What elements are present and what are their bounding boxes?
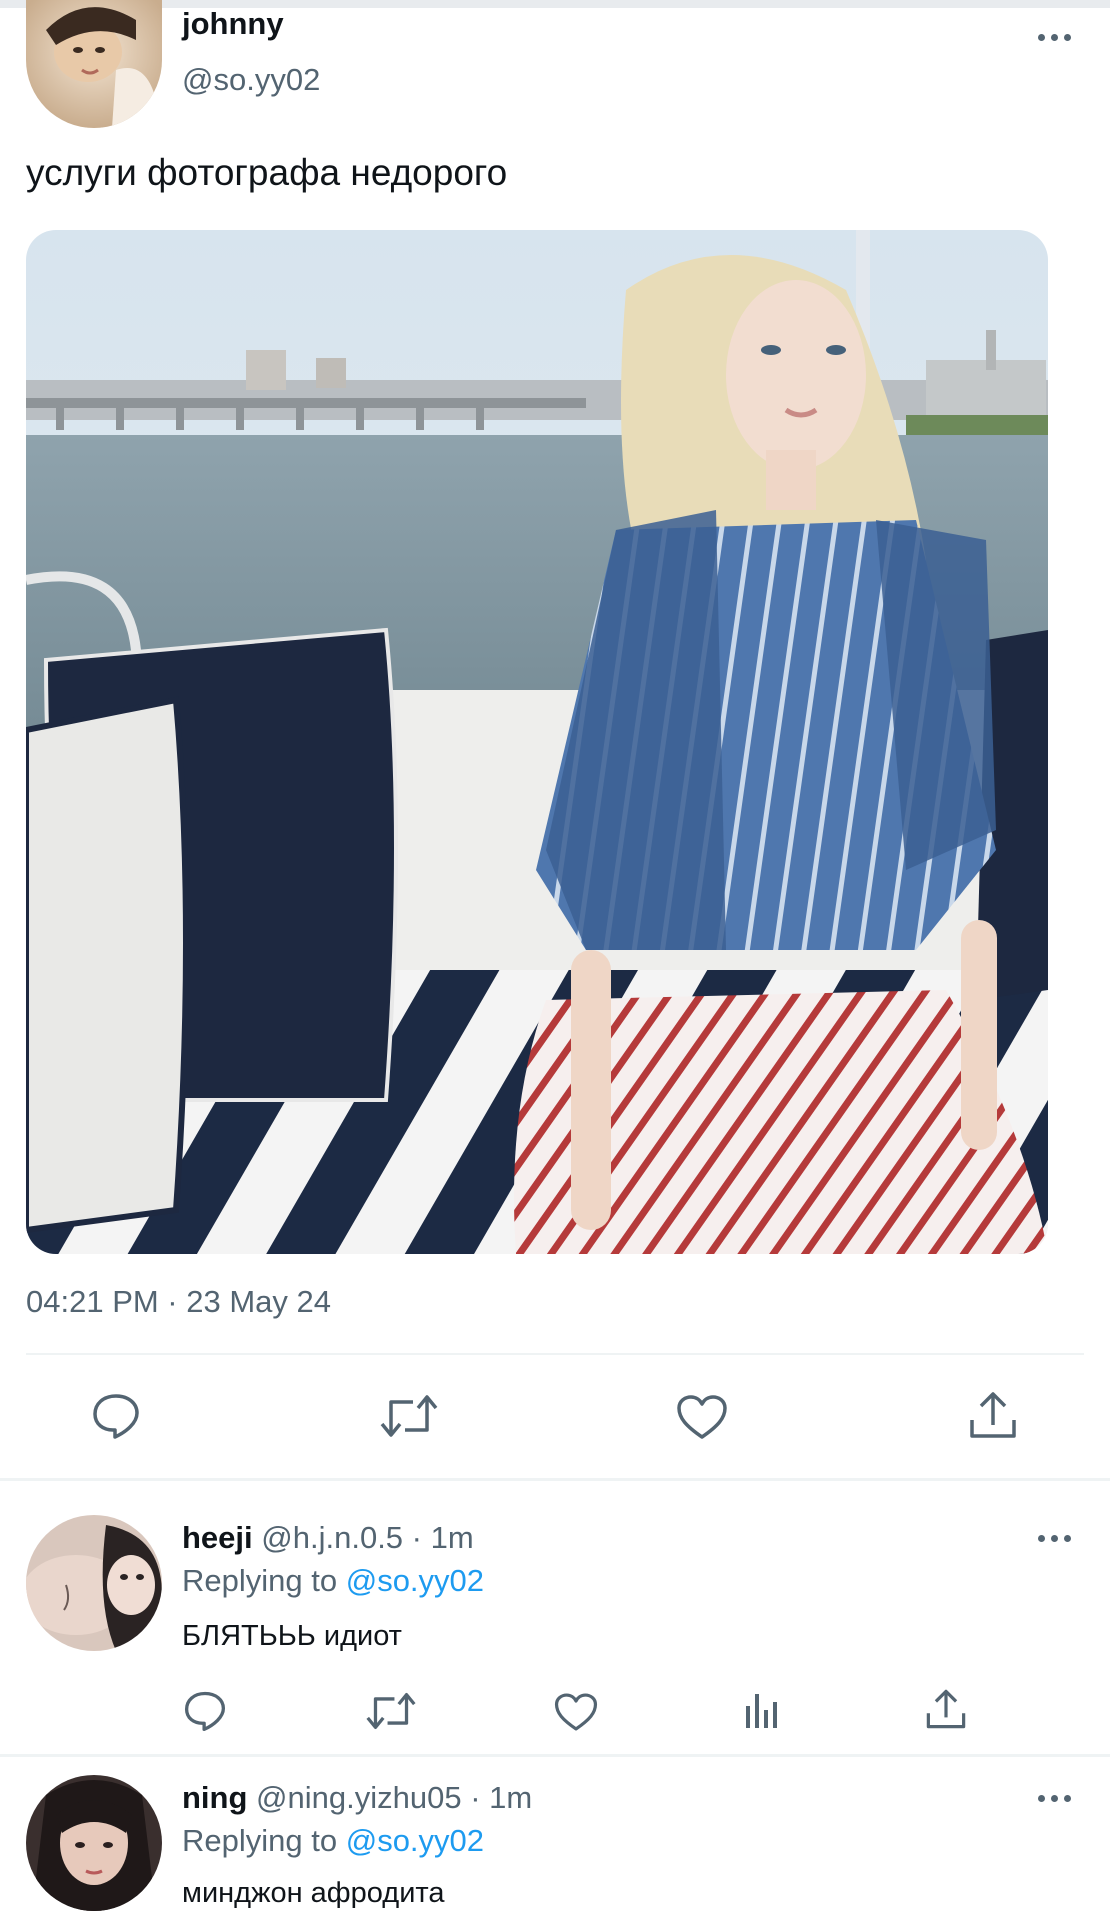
reply-button[interactable] bbox=[183, 1690, 227, 1732]
author-handle[interactable]: @so.yy02 bbox=[182, 62, 320, 98]
reply-header: heeji @h.j.n.0.5 · 1m bbox=[182, 1520, 474, 1556]
reply-text: минджон афродита bbox=[182, 1877, 445, 1909]
replying-to-handle[interactable]: @so.yy02 bbox=[346, 1563, 484, 1598]
like-icon bbox=[554, 1693, 598, 1731]
like-button[interactable] bbox=[676, 1394, 728, 1440]
timestamp-divider bbox=[26, 1353, 1084, 1355]
reply-text: БЛЯТЬЬЬ идиот bbox=[182, 1620, 402, 1652]
section-divider bbox=[0, 1754, 1110, 1757]
reply-meta: @h.j.n.0.5 · 1m bbox=[261, 1520, 474, 1555]
replying-to: Replying to @so.yy02 bbox=[182, 1823, 484, 1859]
reply-icon bbox=[93, 1394, 139, 1439]
author-avatar[interactable] bbox=[26, 0, 162, 128]
share-icon bbox=[970, 1392, 1016, 1438]
more-options-icon[interactable] bbox=[1038, 1535, 1071, 1542]
reply-avatar[interactable] bbox=[26, 1515, 162, 1651]
more-options-icon[interactable] bbox=[1038, 1795, 1071, 1802]
reply-author-name[interactable]: ning bbox=[182, 1780, 247, 1815]
more-options-icon[interactable] bbox=[1038, 34, 1071, 41]
retweet-icon bbox=[366, 1692, 416, 1730]
tweet-timestamp: 04:21 PM · 23 May 24 bbox=[26, 1284, 331, 1319]
like-icon bbox=[677, 1395, 727, 1439]
top-border bbox=[0, 0, 1110, 8]
tweet-photo[interactable] bbox=[26, 230, 1048, 1254]
reply-author-name[interactable]: heeji bbox=[182, 1520, 253, 1555]
views-button[interactable] bbox=[743, 1690, 779, 1730]
section-divider bbox=[0, 1478, 1110, 1481]
retweet-button[interactable] bbox=[380, 1394, 438, 1438]
author-name[interactable]: johnny bbox=[182, 6, 284, 42]
retweet-button[interactable] bbox=[366, 1692, 416, 1730]
reply-avatar[interactable] bbox=[26, 1775, 162, 1911]
reply-icon bbox=[184, 1691, 226, 1732]
tweet-text: услуги фотографа недорого bbox=[26, 152, 508, 193]
views-icon bbox=[746, 1694, 777, 1728]
reply-button[interactable] bbox=[91, 1392, 141, 1440]
reply-header: ning @ning.yizhu05 · 1m bbox=[182, 1780, 532, 1816]
share-button[interactable] bbox=[925, 1688, 967, 1730]
share-icon bbox=[926, 1689, 966, 1729]
replying-to-label: Replying to bbox=[182, 1563, 338, 1598]
replying-to-handle[interactable]: @so.yy02 bbox=[346, 1823, 484, 1858]
share-button[interactable] bbox=[968, 1390, 1018, 1440]
replying-to: Replying to @so.yy02 bbox=[182, 1563, 484, 1599]
replying-to-label: Replying to bbox=[182, 1823, 338, 1858]
retweet-icon bbox=[380, 1395, 438, 1437]
like-button[interactable] bbox=[554, 1692, 598, 1732]
reply-meta: @ning.yizhu05 · 1m bbox=[256, 1780, 533, 1815]
